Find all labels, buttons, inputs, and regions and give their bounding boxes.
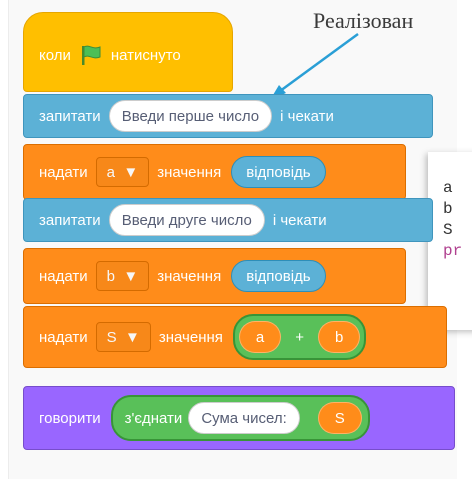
block-label: і чекати <box>272 211 327 229</box>
block-label: надати <box>39 267 88 285</box>
set-variable-block[interactable]: надати a ▼ значення відповідь <box>23 144 406 200</box>
block-label: запитати <box>39 107 101 125</box>
variable-reporter-b[interactable]: b <box>318 321 361 353</box>
code-line: a <box>443 179 453 197</box>
ask-and-wait-block[interactable]: запитати Введи друге число і чекати <box>23 198 433 242</box>
block-label: значення <box>158 328 223 346</box>
join-operator[interactable]: з'єднати Сума чисел: S <box>110 395 370 441</box>
variable-name: S <box>106 328 117 346</box>
variable-reporter-a[interactable]: a <box>238 321 282 353</box>
block-label: надати <box>39 163 88 181</box>
code-line: pr <box>443 242 463 260</box>
code-line: b <box>443 200 453 218</box>
block-label: коли <box>39 46 71 64</box>
addition-operator[interactable]: a + b <box>232 314 367 360</box>
variable-name: a <box>106 163 115 181</box>
ask-and-wait-block[interactable]: запитати Введи перше число і чекати <box>23 94 433 138</box>
set-variable-block[interactable]: надати S ▼ значення a + b <box>23 306 447 368</box>
variable-name: b <box>106 267 115 285</box>
question-input[interactable]: Введи перше число <box>108 100 273 132</box>
stage: Реалізован a b S pr коли натиснуто запит… <box>0 0 472 479</box>
block-label: говорити <box>39 409 101 427</box>
block-label: запитати <box>39 211 101 229</box>
answer-reporter[interactable]: відповідь <box>231 156 326 188</box>
variable-dropdown[interactable]: a ▼ <box>95 157 150 187</box>
block-label: надати <box>39 328 88 346</box>
chevron-down-icon: ▼ <box>123 163 139 181</box>
when-flag-clicked-block[interactable]: коли натиснуто <box>23 12 233 92</box>
set-variable-block[interactable]: надати b ▼ значення відповідь <box>23 248 406 304</box>
block-label: значення <box>157 267 222 285</box>
block-label: натиснуто <box>110 46 181 64</box>
block-label: значення <box>157 163 222 181</box>
chevron-down-icon: ▼ <box>123 267 139 285</box>
variable-dropdown[interactable]: S ▼ <box>95 322 151 352</box>
code-line: S <box>443 221 453 239</box>
block-label: і чекати <box>280 107 334 125</box>
variable-reporter-s[interactable]: S <box>317 402 362 434</box>
green-flag-icon <box>81 45 101 65</box>
plus-operator-label: + <box>295 328 304 346</box>
answer-reporter[interactable]: відповідь <box>231 260 326 292</box>
text-input[interactable]: Сума чисел: <box>188 402 300 434</box>
code-snippet: a b S pr <box>443 178 462 262</box>
join-label: з'єднати <box>124 409 183 427</box>
variable-dropdown[interactable]: b ▼ <box>95 261 150 291</box>
question-input[interactable]: Введи друге число <box>108 204 265 236</box>
chevron-down-icon: ▼ <box>125 328 140 346</box>
say-block[interactable]: говорити з'єднати Сума чисел: S <box>23 386 455 450</box>
